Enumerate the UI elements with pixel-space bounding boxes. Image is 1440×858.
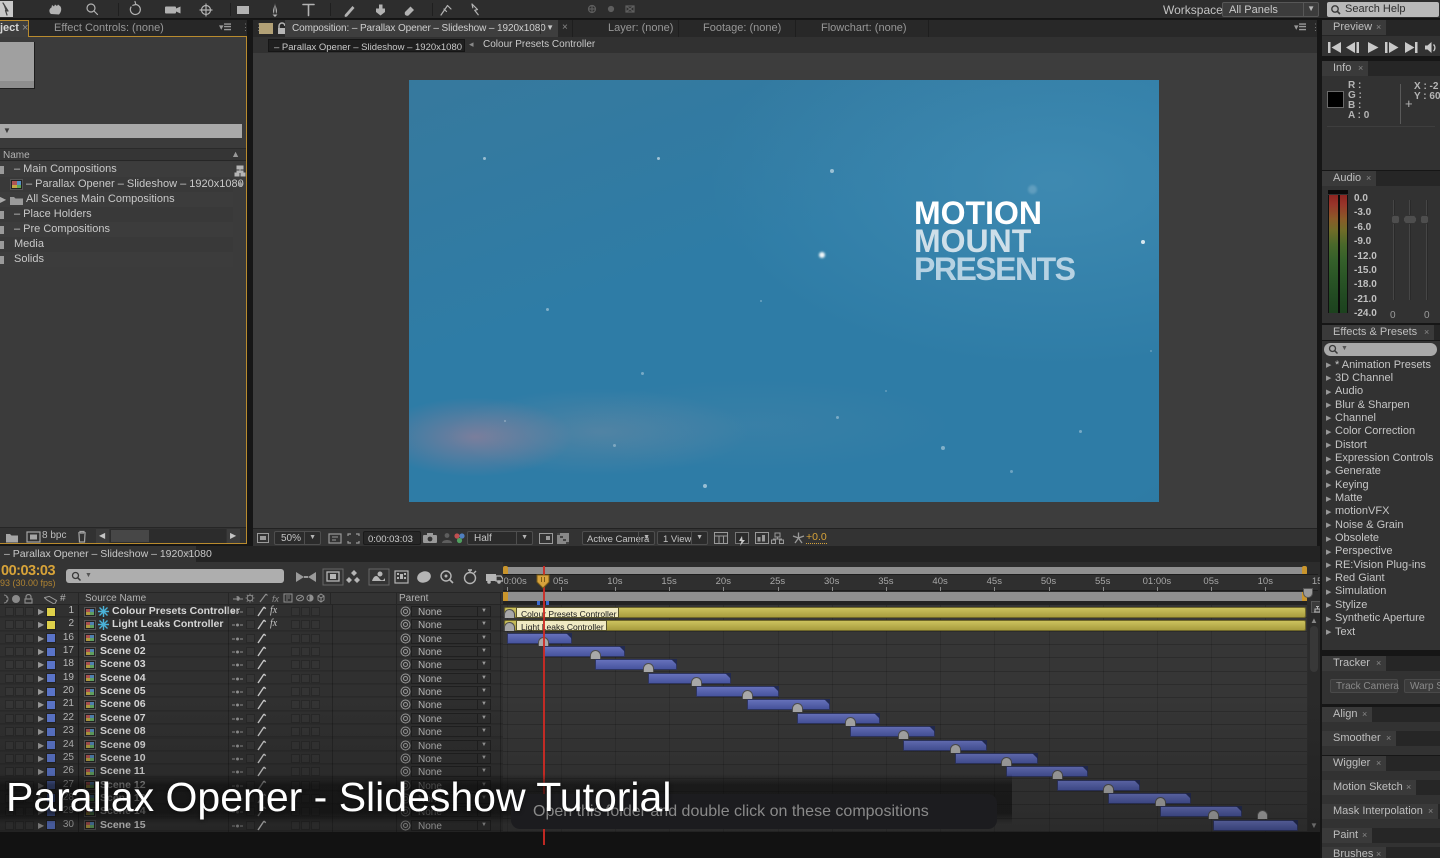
svg-text:fx: fx bbox=[272, 594, 280, 604]
